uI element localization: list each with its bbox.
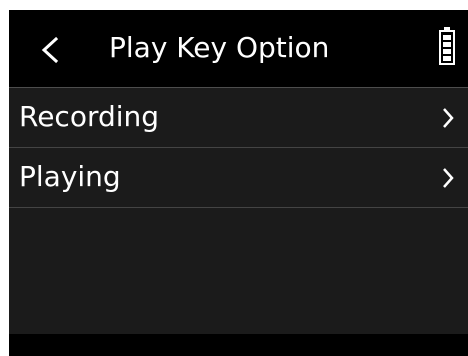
page-title: Play Key Option	[109, 31, 330, 64]
device-screen: Play Key Option Recording Playing	[9, 10, 468, 356]
menu-list: Recording Playing	[9, 88, 468, 334]
header-bar: Play Key Option	[9, 10, 468, 88]
chevron-left-icon[interactable]	[39, 36, 61, 64]
menu-item-playing[interactable]: Playing	[9, 148, 468, 208]
menu-item-label: Playing	[19, 160, 121, 193]
battery-full-icon	[439, 27, 455, 65]
bottom-bar	[9, 334, 468, 356]
menu-item-label: Recording	[19, 100, 160, 133]
chevron-right-icon	[443, 168, 454, 188]
chevron-right-icon	[443, 108, 454, 128]
menu-item-recording[interactable]: Recording	[9, 88, 468, 148]
